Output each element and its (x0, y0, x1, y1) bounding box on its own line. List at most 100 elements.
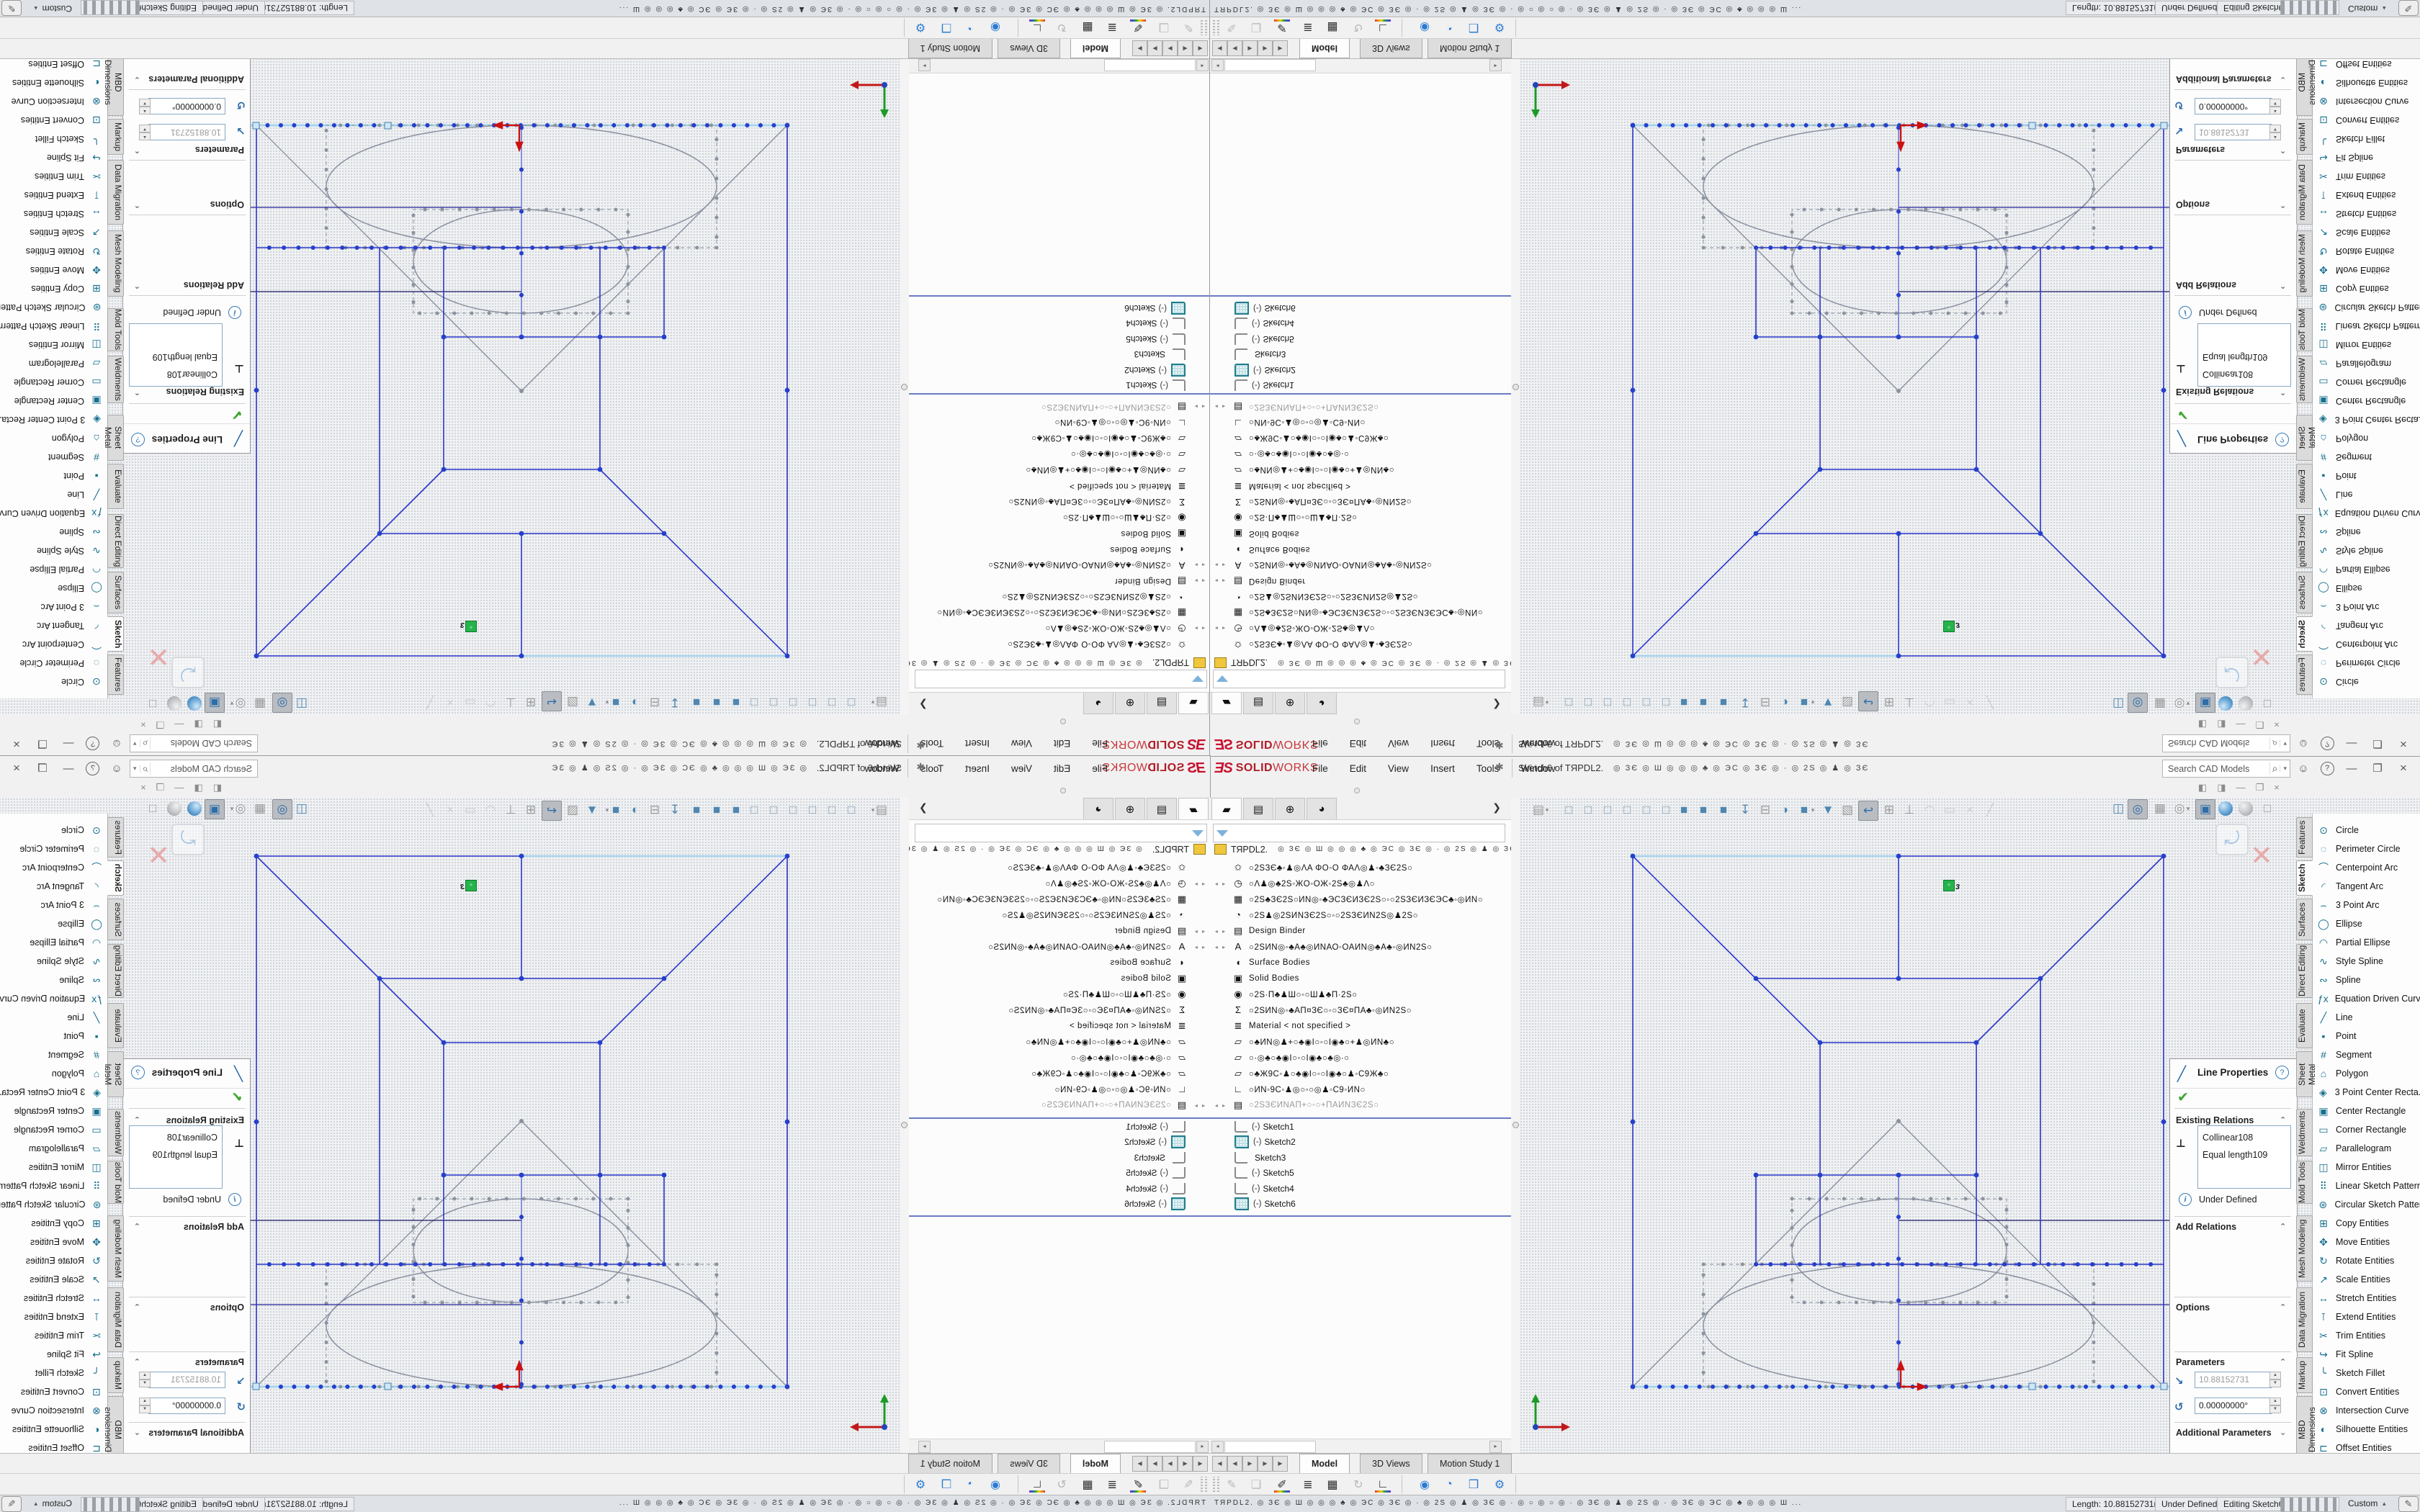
sketch-tool-item[interactable]: ∿ Style Spline (2313, 952, 2420, 971)
sketch-tool-item[interactable]: ↗ Scale Entities (0, 223, 107, 242)
flyout-expand-icon[interactable]: ❯ (919, 698, 928, 711)
sketch-tool-item[interactable]: ⊗ Intersection Curve (0, 1401, 107, 1420)
flyout-expand-icon[interactable]: ❯ (1492, 801, 1501, 814)
headsup-icon[interactable]: ■ (727, 801, 745, 819)
tree-item[interactable]: Σ ○2SИΝ◎◦♣ΑΠ¤ЗЄ○◦○ЗЄ¤ΠΑ♣◦◎ИΝ2S○ (1210, 1002, 1511, 1018)
headsup-icon[interactable]: ▭ (1940, 801, 1959, 819)
scroll-right-icon[interactable]: ▸ (918, 1441, 931, 1453)
expand-icon[interactable]: ⌄ (2280, 1428, 2286, 1437)
scroll-track[interactable] (1104, 1441, 1196, 1453)
sketch-tool-item[interactable]: ▱ Parallelogram (2313, 354, 2420, 373)
additional-parameters-header[interactable]: Additional Parameters (2176, 1428, 2272, 1438)
tree-item-sketch[interactable]: (-) Sketch2 (1210, 362, 1511, 378)
headsup-icon[interactable]: □ (1579, 693, 1597, 711)
sketch-tool-item[interactable]: ▪ Point (0, 467, 107, 485)
sketch-tool-item[interactable]: ◜ Tangent Arc (0, 877, 107, 896)
add-relations-header[interactable]: Add Relations (184, 280, 244, 290)
headsup-icon[interactable]: □ (764, 801, 783, 819)
existing-relations-header[interactable]: Existing Relations (166, 387, 244, 397)
tree-item[interactable]: ◂ ▸ ◷ ○Λ♟◎♣2S◦ЖΟ◦ΟЖ◦2S♣◎♟Λ○ (909, 876, 1210, 891)
sketch-tool-item[interactable]: ▭ Corner Rectangle (0, 1120, 107, 1139)
tree-item[interactable]: ▱ ○♣Ж9С◦♟○♣◉Ι○◦○Ι◉♣○♟◦С9Ж♣○ (909, 1066, 1210, 1081)
tree-item[interactable]: ◂ ▸ Α ○2SИΝ◎◦♣Α♣◎ИΝΑΟ◦ΟΑИΝ◎♣Α♣◦◎ИΝ2S○ (1210, 557, 1511, 573)
sketch-tool-item[interactable]: ⊞ Copy Entities (0, 279, 107, 298)
headsup-icon[interactable]: ◑ (1775, 801, 1794, 819)
headsup-icon[interactable]: ◫ (292, 799, 311, 818)
toolbar-icon[interactable]: ◔ (1439, 1475, 1459, 1493)
tree-item[interactable]: ◂ ▸ ◷ ○Λ♟◎♣2S◦ЖΟ◦ΟЖ◦2S♣◎♟Λ○ (1210, 876, 1511, 891)
sketch-tool-item[interactable]: ⊛ Circular Sketch Pattern (0, 298, 107, 317)
tree-item[interactable]: ≣ Material < not specified > (1210, 1018, 1511, 1034)
headsup-icon[interactable]: ◠ (1920, 693, 1939, 711)
toolbar-icon[interactable]: ▦ (1322, 19, 1343, 37)
headsup-icon[interactable]: ◑ (1775, 693, 1794, 711)
document-tab[interactable]: 3D Views (1360, 38, 1422, 58)
sketch-tool-item[interactable]: ⠿ Linear Sketch Pattern (2313, 317, 2420, 336)
sketch-tool-item[interactable]: ⌢ 3 Point Arc (2313, 896, 2420, 914)
angle-field[interactable]: 0.00000000° (2195, 1398, 2272, 1414)
sketch-tool-item[interactable]: ƒx Equation Driven Curve (0, 989, 107, 1008)
splitter-knob-icon[interactable] (901, 384, 908, 390)
relations-listbox[interactable]: Collinear108Equal length109 (2197, 1125, 2291, 1189)
sketch-tool-item[interactable]: ◐ Silhouette Entities (2313, 73, 2420, 92)
tree-item[interactable]: ▣ Solid Bodies (1210, 526, 1511, 541)
toolbar-icon[interactable]: ↻ (1348, 1475, 1368, 1493)
tree-item[interactable]: ◔ ○2S♟◎2SИΝЗЄ2S○◦○2SЗЄИΝ2S◎♟2S○ (909, 907, 1210, 923)
headsup-icon[interactable]: ▦ (251, 694, 269, 713)
tree-item[interactable]: ◉ ○2S·Π♣♟Ш○◦○Ш♟♣Π·2S○ (909, 510, 1210, 526)
tree-item-sketch[interactable]: (-) Sketch4 (909, 316, 1210, 332)
headsup-icon[interactable]: □ (803, 801, 822, 819)
sketch-tool-item[interactable]: ⊺ Extend Entities (0, 1308, 107, 1326)
headsup-icon[interactable]: ▾ (2184, 694, 2192, 713)
tree-item[interactable]: ≣ Material < not specified > (909, 478, 1210, 494)
length-spinner[interactable]: ▲▼ (2269, 125, 2281, 140)
scroll-right-icon[interactable]: ▸ (918, 59, 931, 71)
toolbar-icon[interactable]: ◔ (961, 1475, 981, 1493)
sketch-tool-item[interactable]: ✥ Move Entities (2313, 1233, 2420, 1251)
relation-entry[interactable]: Collinear108 (130, 366, 218, 383)
commandmanager-tab[interactable]: Markup (2296, 1357, 2313, 1393)
toolbar-icon[interactable]: ✐ (1128, 1475, 1148, 1493)
document-tab[interactable]: Motion Study 1 (1428, 38, 1512, 58)
exit-sketch-corner-icon[interactable]: ⤾ (171, 824, 205, 855)
commandmanager-tab[interactable]: Mesh Modeling (107, 230, 124, 297)
headsup-icon[interactable]: □ (823, 801, 841, 819)
part-root-node[interactable]: ТЯPDL2. ◎ ЗЄ ◎ Ш ◎ ◎ ◎ ♣ ◎ ЭС ◎ ЗЄ ◎ · ◎… (1214, 657, 1516, 668)
collapse-icon[interactable]: ⌃ (2280, 145, 2286, 155)
status-profile-dropdown[interactable]: Custom ▴ (28, 1497, 78, 1510)
headsup-icon[interactable]: ⊟ (645, 801, 664, 819)
headsup-icon[interactable]: ╱ (421, 801, 439, 819)
sketch-tool-item[interactable]: ◠ Partial Ellipse (0, 933, 107, 952)
tree-item[interactable]: ◂ ▸ ◷ ○Λ♟◎♣2S◦ЖΟ◦ΟЖ◦2S♣◎♟Λ○ (909, 621, 1210, 636)
headsup-icon[interactable]: □ (1559, 693, 1578, 711)
status-profile-dropdown[interactable]: Custom ▴ (2342, 1497, 2392, 1510)
toolbar-icon[interactable]: ≣ (1298, 1475, 1318, 1493)
pane-nav-button[interactable]: ◀ (1178, 1456, 1193, 1472)
headsup-icon[interactable]: ↩ (542, 801, 562, 821)
toolbar-icon[interactable]: ✎ (1222, 19, 1242, 37)
commandmanager-tab[interactable]: Mold Tools (107, 1161, 124, 1204)
sketch-tool-item[interactable]: ↪ Fit Spline (2313, 1345, 2420, 1364)
sketch-tool-item[interactable]: ◐ Silhouette Entities (0, 73, 107, 92)
headsup-icon[interactable]: ⊥ (501, 801, 520, 819)
sketch-tool-item[interactable]: ↻ Rotate Entities (0, 1251, 107, 1270)
tree-item[interactable]: ✩ ○2SЗЄ♣◦♟◎ΛΑ ΦΟ◦Ο ΦΑΛ◎♟◦♣ЗЄ2S○ (909, 636, 1210, 652)
length-field[interactable]: 10.88152731 (148, 1372, 225, 1388)
flyout-expand-icon[interactable]: ❯ (1492, 698, 1501, 711)
pane-nav-button[interactable]: ▶ (1242, 40, 1258, 56)
toolbar-icon[interactable]: ◔ (1439, 19, 1459, 37)
sketch-tool-item[interactable]: ↻ Rotate Entities (2313, 1251, 2420, 1270)
sketch-tool-item[interactable]: ↔ Stretch Entities (0, 1289, 107, 1308)
commandmanager-tab[interactable]: Mold Tools (107, 308, 124, 351)
sketch-tool-item[interactable]: ◌ Perimeter Circle (0, 654, 107, 672)
commandmanager-tab[interactable]: Surfaces (2296, 572, 2313, 613)
sketch-tool-item[interactable]: ⊗ Intersection Curve (2313, 1401, 2420, 1420)
tree-item-sketch[interactable]: (-) Sketch5 (1210, 1166, 1511, 1182)
headsup-icon[interactable]: ◎ (272, 799, 292, 819)
sketch-tool-item[interactable]: # Segment (0, 448, 107, 467)
toolbar-icon[interactable]: ✐ (1128, 19, 1148, 37)
headsup-icon[interactable]: ▼ (583, 693, 601, 711)
toolbar-icon[interactable]: ⚙ (1489, 19, 1510, 37)
sketch-tool-item[interactable]: ⌂ Polygon (0, 429, 107, 448)
scroll-track[interactable] (1224, 59, 1316, 71)
